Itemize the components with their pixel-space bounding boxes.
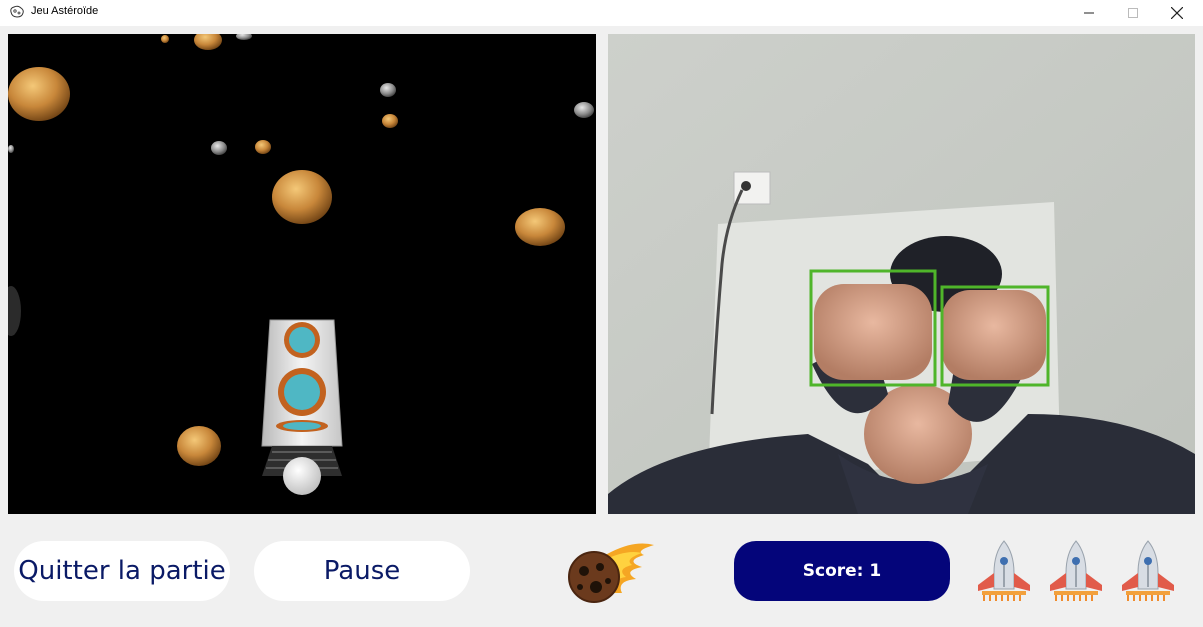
- close-icon[interactable]: [1154, 0, 1200, 26]
- player-spaceship: [261, 319, 343, 495]
- asteroid: [255, 140, 271, 154]
- asteroid: [8, 286, 21, 336]
- asteroid: [272, 170, 332, 224]
- asteroid: [8, 145, 14, 153]
- maximize-icon[interactable]: [1110, 0, 1156, 26]
- meteor-icon: [562, 537, 658, 605]
- window-title: Jeu Astéroïde: [31, 5, 99, 17]
- asteroid: [382, 114, 398, 128]
- asteroid: [515, 208, 565, 246]
- minimize-icon[interactable]: [1066, 0, 1112, 26]
- quit-game-button[interactable]: Quitter la partie: [14, 541, 230, 601]
- asteroid: [8, 67, 70, 121]
- game-canvas[interactable]: [8, 34, 596, 514]
- rocket-icon: [974, 539, 1034, 603]
- asteroid: [177, 426, 221, 466]
- rocket-icon: [1118, 539, 1178, 603]
- pause-button[interactable]: Pause: [254, 541, 470, 601]
- webcam-feed: [608, 34, 1195, 514]
- asteroid: [161, 35, 169, 43]
- asteroid-app-icon: [10, 5, 24, 18]
- asteroid: [194, 34, 222, 50]
- rocket-icon: [1046, 539, 1106, 603]
- asteroid: [236, 34, 252, 40]
- title-bar: Jeu Astéroïde: [0, 0, 1203, 26]
- asteroid: [211, 141, 227, 155]
- asteroid: [574, 102, 594, 118]
- asteroid: [380, 83, 396, 97]
- score-display: Score: 1: [734, 541, 950, 601]
